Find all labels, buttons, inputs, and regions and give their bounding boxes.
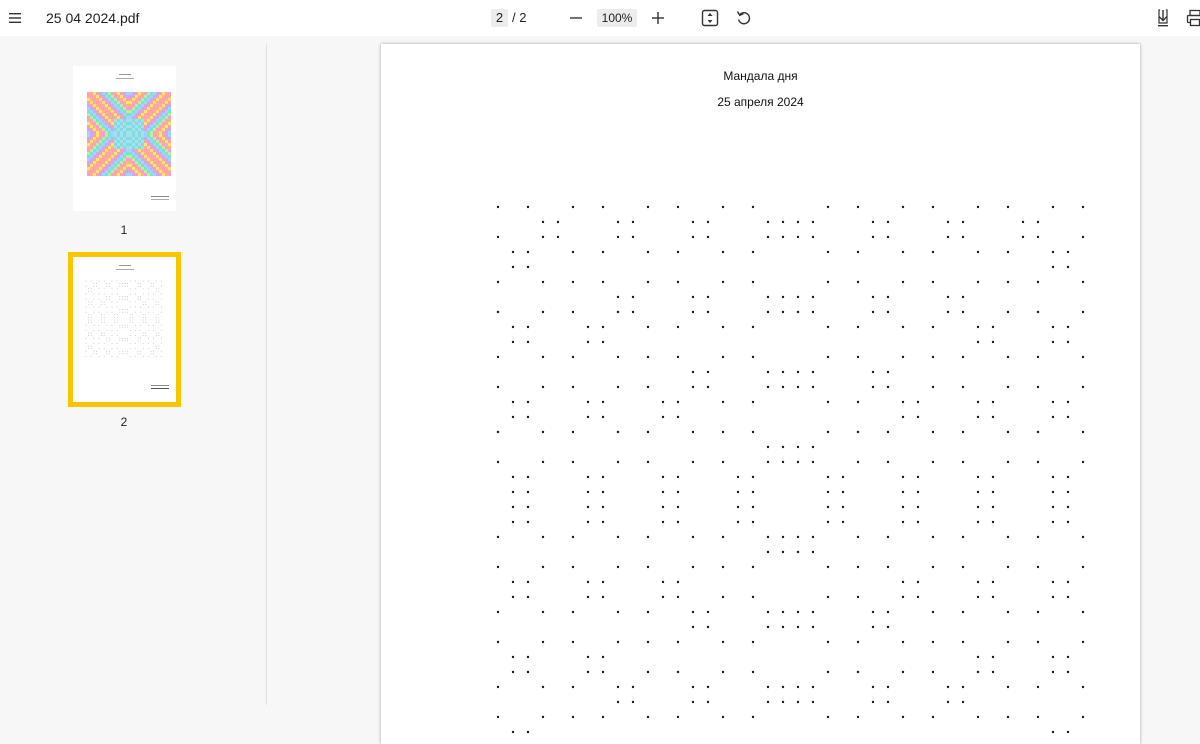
fit-page-button[interactable]	[699, 6, 721, 30]
hamburger-menu-icon[interactable]	[4, 6, 26, 30]
toolbar: 25 04 2024.pdf 2 / 2 100%	[0, 0, 1200, 36]
print-button[interactable]	[1184, 6, 1200, 30]
download-icon	[1154, 8, 1172, 28]
thumbnail-label-1: 1	[109, 223, 139, 237]
colored-mandala-preview	[73, 66, 176, 211]
rotate-icon	[735, 9, 753, 27]
print-icon	[1186, 9, 1200, 27]
minus-icon	[569, 11, 583, 25]
thumbnail-sidebar: 1 2	[0, 44, 267, 705]
thumbnail-label-2: 2	[109, 415, 139, 429]
dotted-mandala	[381, 44, 1140, 744]
page-number-input[interactable]: 2	[491, 9, 508, 27]
page-thumbnail-1[interactable]	[73, 66, 176, 211]
page-count: / 2	[512, 9, 526, 27]
plus-icon	[651, 11, 665, 25]
zoom-out-button[interactable]	[566, 6, 586, 30]
rotate-button[interactable]	[733, 6, 755, 30]
pdf-page: Мандала дня 25 апреля 2024	[381, 44, 1140, 744]
zoom-level-input[interactable]: 100%	[597, 9, 637, 27]
download-button[interactable]	[1152, 6, 1174, 30]
fit-page-icon	[701, 9, 719, 27]
dotted-mandala-preview	[73, 257, 176, 402]
document-title: 25 04 2024.pdf	[46, 9, 139, 27]
document-viewer[interactable]: Мандала дня 25 апреля 2024	[267, 44, 1200, 705]
page-thumbnail-2[interactable]	[73, 257, 176, 402]
zoom-in-button[interactable]	[648, 6, 668, 30]
